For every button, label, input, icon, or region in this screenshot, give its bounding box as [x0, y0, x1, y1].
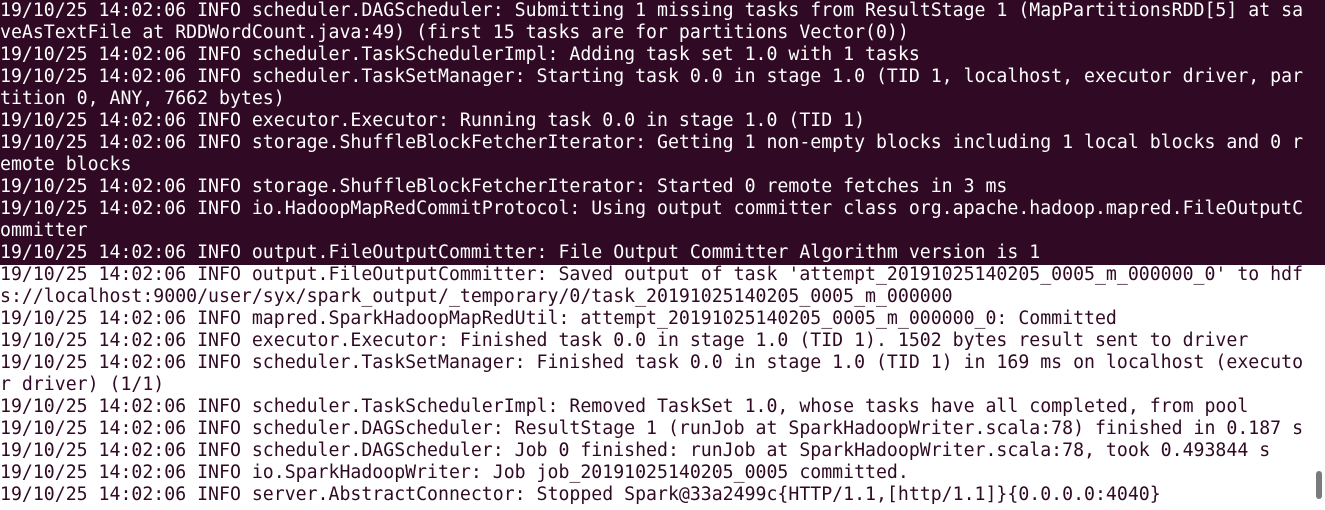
log-line-selected: 19/10/25 14:02:06 INFO io.SparkHadoopWri…	[0, 462, 909, 483]
log-line: 19/10/25 14:02:06 INFO storage.ShuffleBl…	[0, 176, 1008, 197]
log-line: 19/10/25 14:02:06 INFO output.FileOutput…	[0, 242, 1041, 263]
log-line-selected: 19/10/25 14:02:06 INFO mapred.SparkHadoo…	[0, 308, 1117, 329]
terminal-output[interactable]: 19/10/25 14:02:06 INFO scheduler.DAGSche…	[0, 0, 1310, 506]
log-line: 19/10/25 14:02:06 INFO scheduler.TaskSet…	[0, 66, 1304, 109]
log-line: 19/10/25 14:02:06 INFO executor.Executor…	[0, 110, 866, 131]
log-line: 19/10/25 14:02:06 INFO io.HadoopMapRedCo…	[0, 198, 1304, 241]
log-line-selected: 19/10/25 14:02:06 INFO scheduler.DAGSche…	[0, 418, 1304, 439]
log-line: 19/10/25 14:02:06 INFO scheduler.TaskSch…	[0, 44, 920, 65]
log-line-selected: 19/10/25 14:02:06 INFO server.AbstractCo…	[0, 484, 1161, 505]
terminal-window[interactable]: 19/10/25 14:02:06 INFO scheduler.DAGSche…	[0, 0, 1325, 510]
log-line-selected: 19/10/25 14:02:06 INFO executor.Executor…	[0, 330, 1249, 351]
log-line-selected: 19/10/25 14:02:06 INFO scheduler.TaskSch…	[0, 396, 1249, 417]
log-line-selected: 19/10/25 14:02:06 INFO output.FileOutput…	[0, 264, 1304, 307]
log-line: 19/10/25 14:02:06 INFO storage.ShuffleBl…	[0, 132, 1304, 175]
scrollbar-thumb[interactable]	[1316, 471, 1322, 499]
log-line-selected: 19/10/25 14:02:06 INFO scheduler.DAGSche…	[0, 440, 1271, 461]
log-line: 19/10/25 14:02:06 INFO scheduler.DAGSche…	[0, 0, 1304, 43]
log-line-selected: 19/10/25 14:02:06 INFO scheduler.TaskSet…	[0, 352, 1304, 395]
